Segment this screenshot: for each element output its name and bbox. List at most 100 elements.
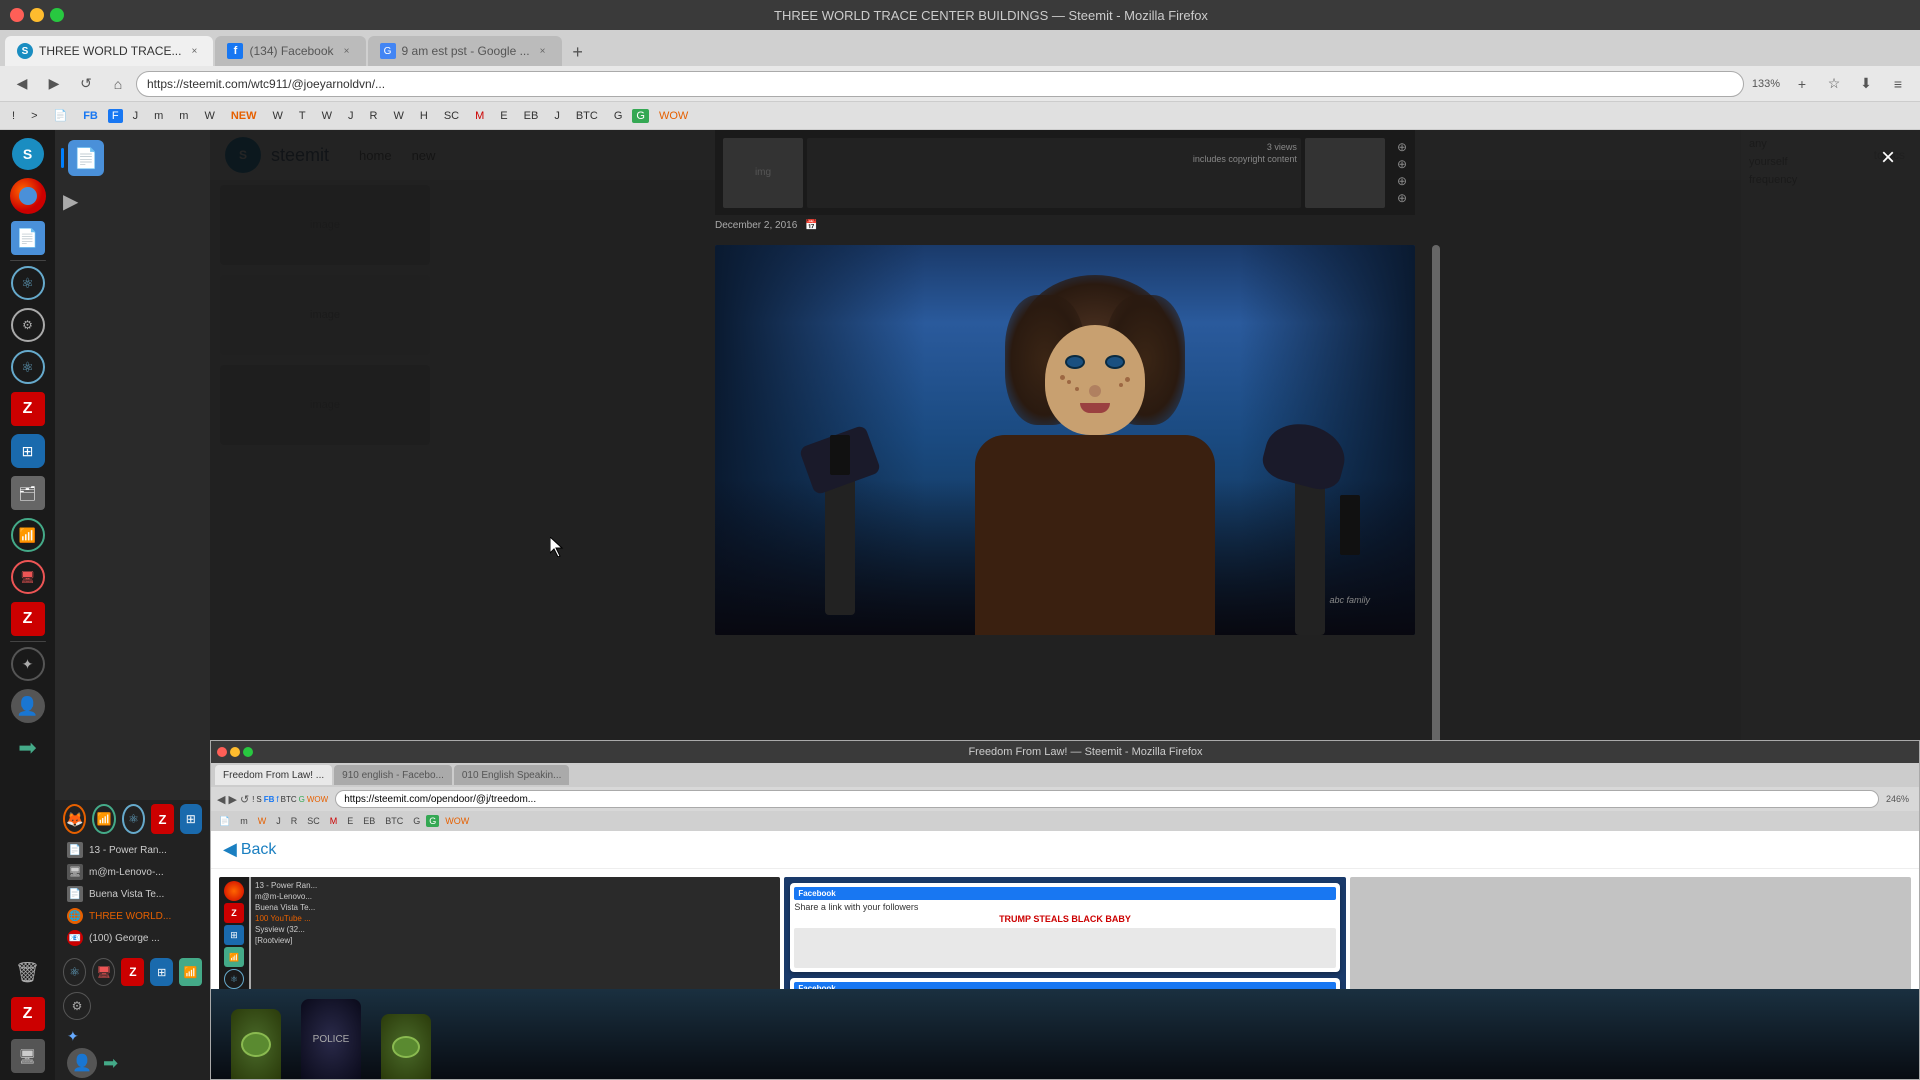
inner-close-dot[interactable] — [217, 747, 227, 757]
inner-tab-facebook[interactable]: 910 english - Facebo... — [334, 765, 452, 785]
user-avatar[interactable]: 👤 — [67, 1048, 97, 1078]
thumb-1[interactable]: img — [723, 138, 803, 208]
inner-bm-btc[interactable]: BTC — [381, 815, 407, 827]
dock-icon-atom[interactable]: ⚛ — [8, 263, 48, 303]
taskbar-firefox-icon[interactable]: 🦊 — [63, 804, 86, 834]
bookmark-w1[interactable]: W — [198, 108, 220, 124]
bookmark-g2[interactable]: G — [632, 109, 649, 123]
dock-icon-avatar[interactable]: 👤 — [8, 686, 48, 726]
taskbar-network-icon[interactable]: 📶 — [92, 804, 115, 834]
bookmark-w4[interactable]: W — [387, 108, 409, 124]
tray-atom-icon[interactable]: ⚛ — [63, 958, 86, 986]
tab-google[interactable]: G 9 am est pst - Google ... × — [368, 36, 562, 66]
downloads-button[interactable]: ⬇ — [1852, 70, 1880, 98]
dock-icon-wifi[interactable]: 📶 — [8, 515, 48, 555]
popup-scroll-thumb[interactable] — [1432, 245, 1440, 746]
bookmark-fb[interactable]: FB — [77, 108, 104, 124]
bookmark-m2[interactable]: m — [173, 108, 194, 124]
bookmark-m3[interactable]: M — [469, 108, 490, 124]
tab-steemit[interactable]: S THREE WORLD TRACE... × — [5, 36, 213, 66]
thumb-ctrl-1[interactable]: ⊕ — [1397, 140, 1407, 154]
menu-button[interactable]: ≡ — [1884, 70, 1912, 98]
steemit-tab-close[interactable]: × — [187, 44, 201, 58]
taskbar-app-notes[interactable]: 📄 — [55, 138, 210, 178]
bookmark-h[interactable]: H — [414, 108, 434, 124]
thumb-ctrl-2[interactable]: ⊕ — [1397, 157, 1407, 171]
bookmark-j2[interactable]: J — [342, 108, 360, 124]
home-button[interactable]: ⌂ — [104, 70, 132, 98]
thumb-ctrl-4[interactable]: ⊕ — [1397, 191, 1407, 205]
inner-refresh-btn[interactable]: ↺ — [240, 793, 249, 806]
bookmark-g1[interactable]: G — [608, 108, 629, 124]
taskbar-grid-icon[interactable]: ⊞ — [180, 804, 202, 834]
bookmark-w2[interactable]: W — [267, 108, 289, 124]
bookmark-eb[interactable]: EB — [518, 108, 545, 124]
dock-icon-monitor[interactable]: ⚙ — [8, 305, 48, 345]
bookmark-new[interactable]: NEW — [225, 108, 263, 124]
dock-icon-trash[interactable]: 🗑 — [8, 952, 48, 992]
bookmark-exclaim[interactable]: ! — [6, 108, 21, 124]
dock-icon-monitor2[interactable]: 🖥 — [8, 557, 48, 597]
inner-bm-e[interactable]: E — [343, 815, 357, 827]
taskbar-fz-icon[interactable]: Z — [151, 804, 173, 834]
new-tab-button[interactable]: + — [564, 38, 592, 66]
tab-facebook[interactable]: f (134) Facebook × — [215, 36, 365, 66]
facebook-tab-close[interactable]: × — [340, 44, 354, 58]
bookmark-btc[interactable]: BTC — [570, 108, 604, 124]
dock-icon-filezilla3[interactable]: Z — [8, 994, 48, 1034]
inner-max-dot[interactable] — [243, 747, 253, 757]
tray-monitor-icon[interactable]: 🖥 — [92, 958, 115, 986]
google-tab-close[interactable]: × — [536, 44, 550, 58]
inner-bm-eb[interactable]: EB — [359, 815, 379, 827]
bookmark-star-button[interactable]: ☆ — [1820, 70, 1848, 98]
tray-fz-icon[interactable]: Z — [121, 958, 144, 986]
bookmark-w3[interactable]: W — [316, 108, 338, 124]
dock-icon-filezilla[interactable]: Z — [8, 389, 48, 429]
popup-close-button[interactable]: × — [1872, 142, 1904, 174]
taskbar-entry-4[interactable]: 🌐 THREE WORLD... — [63, 906, 202, 926]
bookmark-sc[interactable]: SC — [438, 108, 465, 124]
zoom-in-button[interactable]: + — [1788, 70, 1816, 98]
bookmark-files[interactable]: 📄 — [48, 107, 74, 124]
refresh-button[interactable]: ↺ — [72, 70, 100, 98]
taskbar-entry-5[interactable]: 📧 (100) George ... — [63, 928, 202, 948]
inner-bm-g2[interactable]: G — [426, 815, 439, 827]
thumb-2[interactable] — [1305, 138, 1385, 208]
inner-bm-3[interactable]: W — [254, 815, 271, 827]
bookmark-r[interactable]: R — [364, 108, 384, 124]
thumb-ctrl-3[interactable]: ⊕ — [1397, 174, 1407, 188]
inner-tab-english[interactable]: 010 English Speakin... — [454, 765, 570, 785]
inner-min-dot[interactable] — [230, 747, 240, 757]
inner-url-bar[interactable] — [335, 790, 1879, 808]
tray-system-icon[interactable]: ⚙ — [63, 992, 91, 1020]
minimize-button[interactable] — [30, 8, 44, 22]
inner-bm-5[interactable]: R — [287, 815, 302, 827]
dock-icon-appgrid[interactable]: ⊞ — [8, 431, 48, 471]
taskbar-atom-icon[interactable]: ⚛ — [122, 804, 145, 834]
bookmark-j3[interactable]: J — [548, 108, 566, 124]
tray-grid-icon[interactable]: ⊞ — [150, 958, 173, 986]
dock-icon-firefox[interactable] — [8, 176, 48, 216]
forward-button[interactable]: ▶ — [40, 70, 68, 98]
bookmark-f[interactable]: F — [108, 109, 123, 123]
dock-icon-discover[interactable]: 🖥 — [8, 1036, 48, 1076]
inner-tab-freedom[interactable]: Freedom From Law! ... — [215, 765, 332, 785]
bookmark-arrow[interactable]: > — [25, 108, 43, 124]
taskbar-entry-1[interactable]: 📄 13 - Power Ran... — [63, 840, 202, 860]
bookmark-t[interactable]: T — [293, 108, 312, 124]
bookmark-j[interactable]: J — [127, 108, 145, 124]
bookmark-e[interactable]: E — [494, 108, 513, 124]
dock-icon-filezilla2[interactable]: Z — [8, 599, 48, 639]
taskbar-entry-3[interactable]: 📄 Buena Vista Te... — [63, 884, 202, 904]
dock-icon-atom2[interactable]: ⚛ — [8, 347, 48, 387]
inner-bm-1[interactable]: 📄 — [215, 815, 234, 828]
inner-bm-sc[interactable]: SC — [303, 815, 324, 827]
back-button[interactable]: ◀ — [8, 70, 36, 98]
bookmark-m[interactable]: m — [148, 108, 169, 124]
taskbar-chevron[interactable]: ▶ — [63, 189, 202, 214]
close-button[interactable] — [10, 8, 24, 22]
url-bar[interactable] — [136, 71, 1744, 97]
inner-bm-2[interactable]: m — [236, 815, 252, 827]
inner-bm-4[interactable]: J — [272, 815, 285, 827]
inner-bm-g1[interactable]: G — [409, 815, 424, 827]
